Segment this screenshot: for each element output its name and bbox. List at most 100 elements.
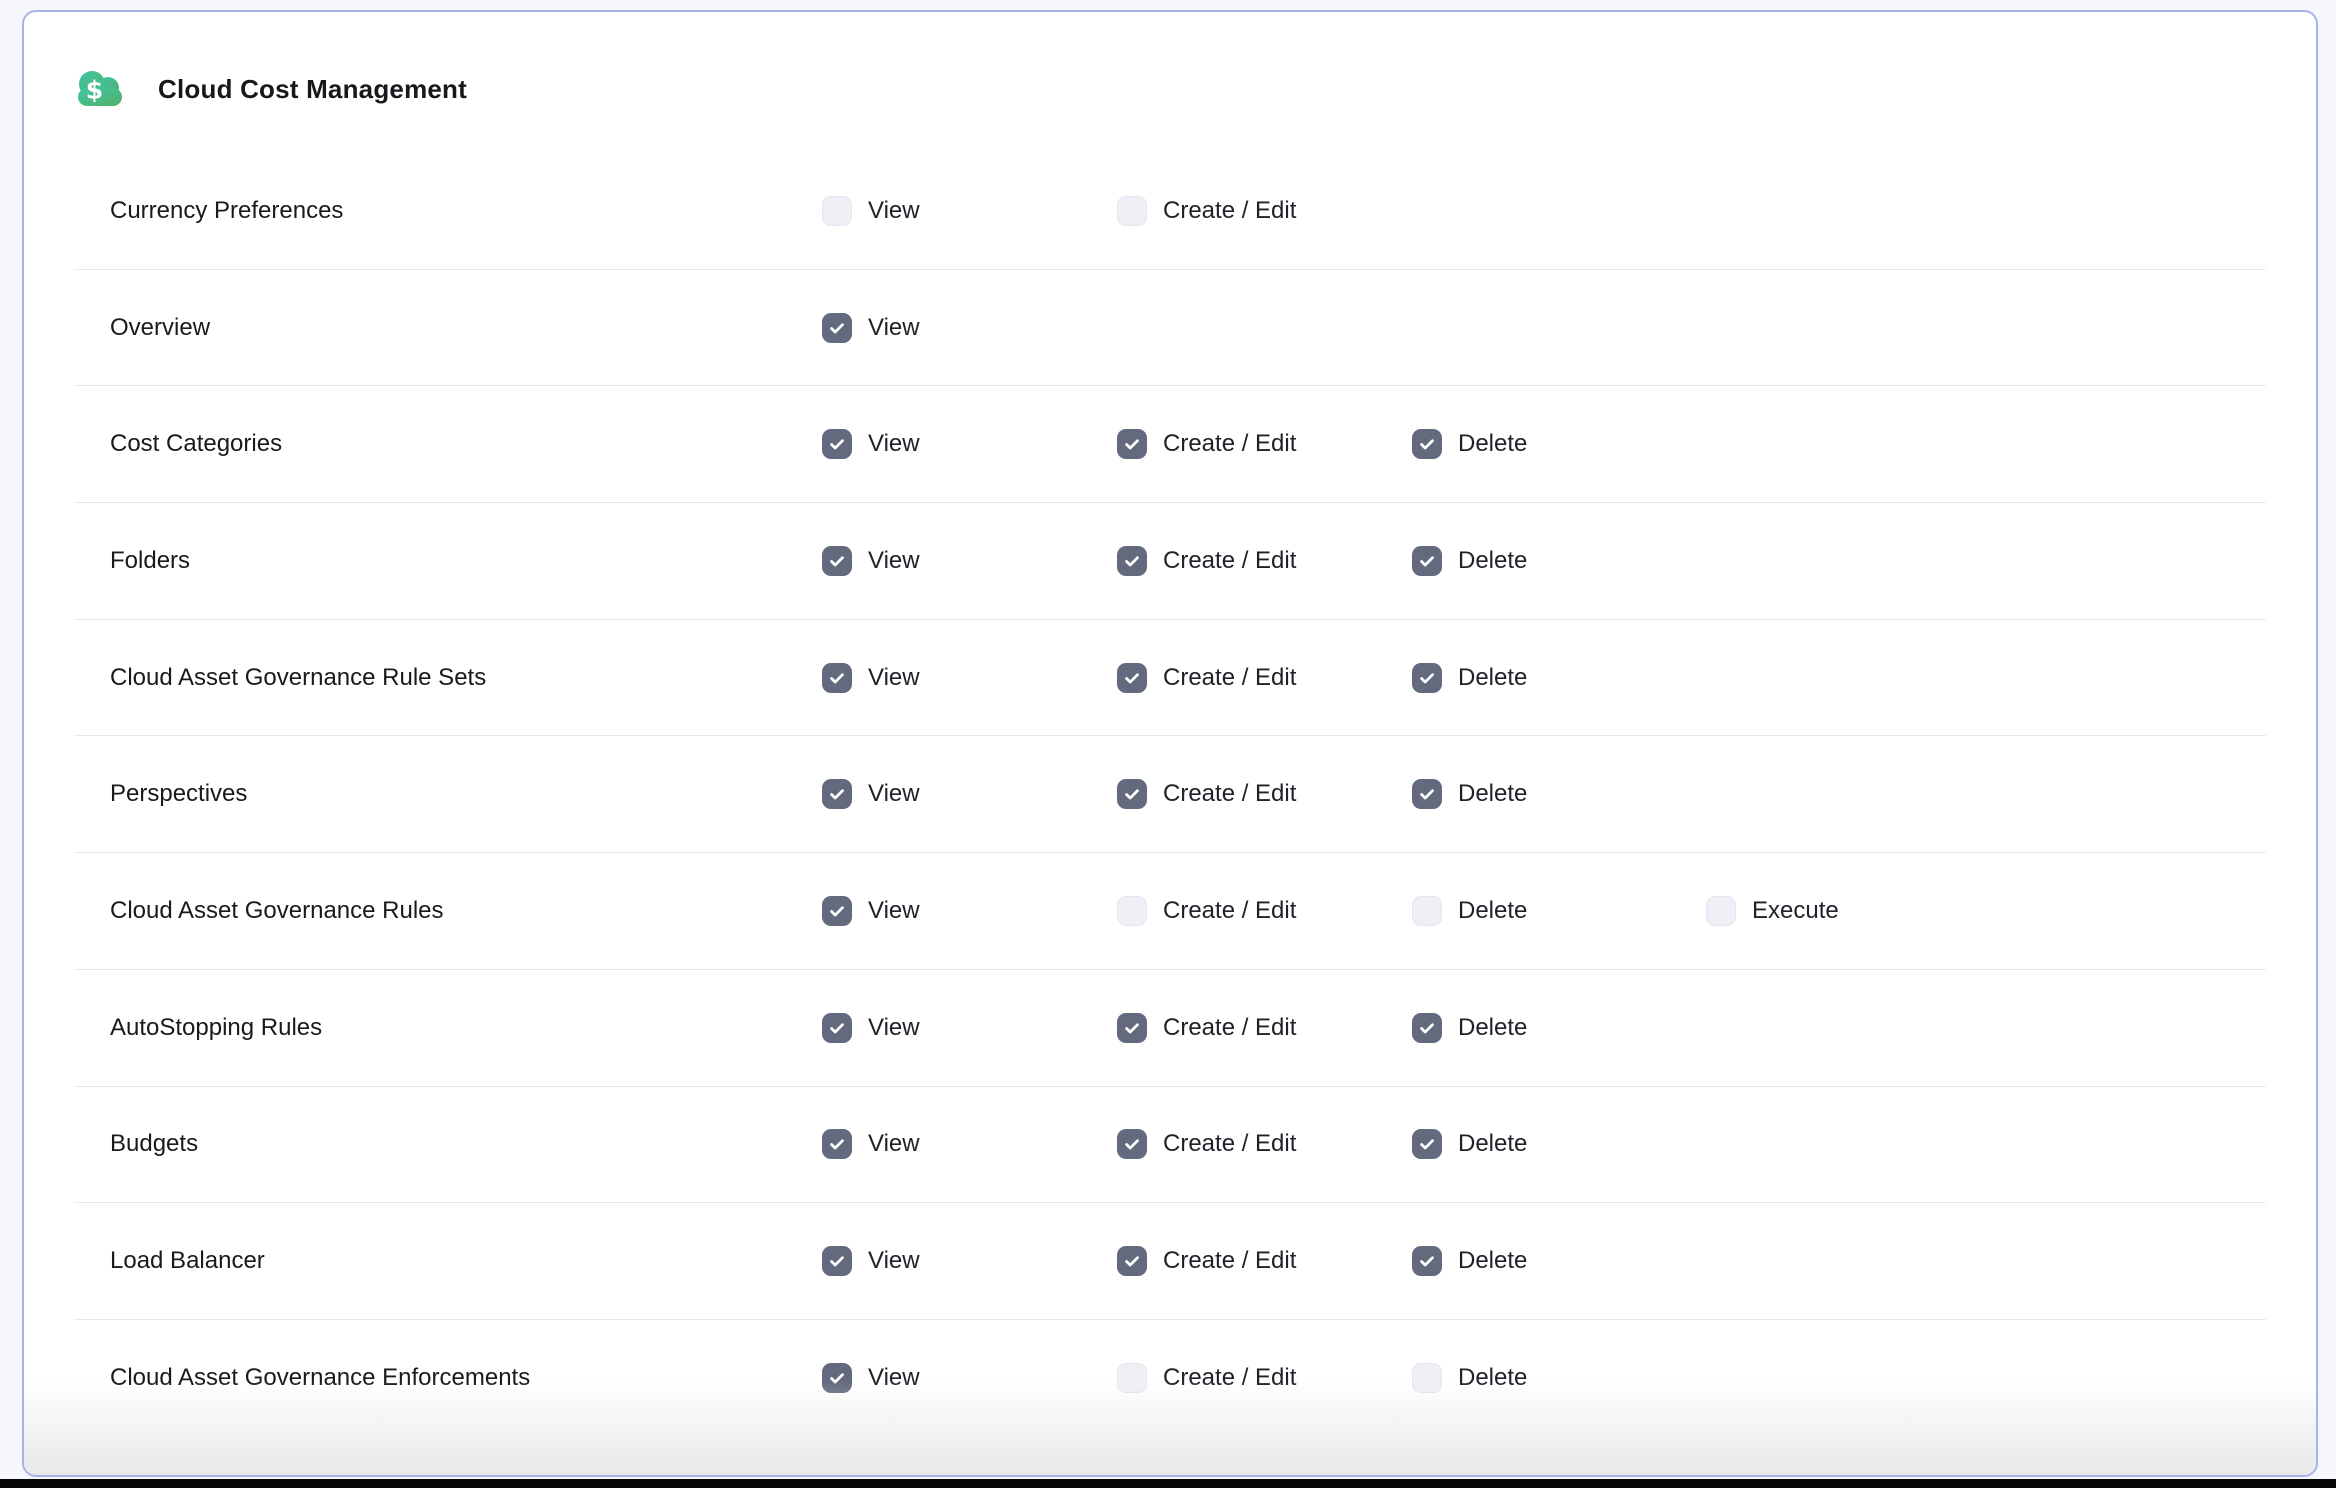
check-icon [1417,434,1437,454]
view-checkbox[interactable] [822,1246,852,1276]
delete-checkbox[interactable] [1412,1246,1442,1276]
view-checkbox[interactable] [822,1363,852,1393]
permission-row: OverviewView [74,270,2266,387]
delete-checkbox[interactable] [1412,546,1442,576]
create-edit-checkbox[interactable] [1117,1246,1147,1276]
permission-label: Delete [1458,1014,1527,1042]
check-icon [1417,784,1437,804]
resource-label: Currency Preferences [110,197,343,225]
check-icon [827,1251,847,1271]
permission-cell: Delete [1412,546,1527,576]
permission-label: View [868,897,920,925]
permission-label: Delete [1458,1364,1527,1392]
permission-cell: Delete [1412,1246,1527,1276]
check-icon [827,901,847,921]
resource-label: Folders [110,547,190,575]
create-edit-checkbox[interactable] [1117,663,1147,693]
view-checkbox[interactable] [822,779,852,809]
permission-label: Delete [1458,430,1527,458]
view-checkbox[interactable] [822,429,852,459]
create-edit-checkbox[interactable] [1117,546,1147,576]
permission-label: View [868,197,920,225]
permission-cell: View [822,313,920,343]
permission-label: Execute [1752,897,1839,925]
permission-cell: Create / Edit [1117,1363,1296,1393]
delete-checkbox[interactable] [1412,896,1442,926]
create-edit-checkbox[interactable] [1117,196,1147,226]
permission-label: View [868,1364,920,1392]
permission-label: Create / Edit [1163,430,1296,458]
delete-checkbox[interactable] [1412,663,1442,693]
check-icon [827,1018,847,1038]
create-edit-checkbox[interactable] [1117,896,1147,926]
execute-checkbox[interactable] [1706,896,1736,926]
permission-cell: View [822,1246,920,1276]
check-icon [1417,668,1437,688]
permission-label: View [868,1247,920,1275]
permission-row: Load Balancer View Create / Edit Delete [74,1203,2266,1320]
permission-label: Delete [1458,664,1527,692]
view-checkbox[interactable] [822,663,852,693]
permission-label: Delete [1458,897,1527,925]
create-edit-checkbox[interactable] [1117,1129,1147,1159]
permission-row: Cloud Asset Governance Rule Sets View Crea… [74,620,2266,737]
view-checkbox[interactable] [822,896,852,926]
permission-label: View [868,1130,920,1158]
permission-label: Create / Edit [1163,1130,1296,1158]
permission-cell: View [822,546,920,576]
permission-label: View [868,1014,920,1042]
permission-cell: Create / Edit [1117,779,1296,809]
check-icon [1122,434,1142,454]
permission-cell: Create / Edit [1117,429,1296,459]
delete-checkbox[interactable] [1412,779,1442,809]
delete-checkbox[interactable] [1412,1129,1442,1159]
permission-cell: Delete [1412,1363,1527,1393]
bottom-screen-edge [0,1479,2336,1488]
view-checkbox[interactable] [822,1013,852,1043]
delete-checkbox[interactable] [1412,1363,1442,1393]
permission-label: View [868,547,920,575]
permission-cell: View [822,196,920,226]
permission-cell: Delete [1412,663,1527,693]
permission-label: View [868,430,920,458]
delete-checkbox[interactable] [1412,429,1442,459]
permission-label: Create / Edit [1163,1247,1296,1275]
permission-cell: View [822,779,920,809]
permission-row: BudgetsViewCreate / EditDelete [74,1087,2266,1204]
delete-checkbox[interactable] [1412,1013,1442,1043]
permission-cell: View [822,429,920,459]
permission-cell: View [822,896,920,926]
resource-label: Cloud Asset Governance Rule Sets [110,664,486,692]
check-icon [1122,1134,1142,1154]
create-edit-checkbox[interactable] [1117,429,1147,459]
permission-label: Create / Edit [1163,897,1296,925]
view-checkbox[interactable] [822,313,852,343]
permissions-list: Currency Preferences View Create / Edit Ove… [74,153,2266,1437]
check-icon [827,668,847,688]
check-icon [1417,1018,1437,1038]
view-checkbox[interactable] [822,1129,852,1159]
resource-label: Perspectives [110,780,247,808]
create-edit-checkbox[interactable] [1117,1013,1147,1043]
permission-cell: Delete [1412,896,1527,926]
permission-label: Delete [1458,780,1527,808]
create-edit-checkbox[interactable] [1117,1363,1147,1393]
permission-row: FoldersViewCreate / EditDelete [74,503,2266,620]
permission-cell: View [822,663,920,693]
view-checkbox[interactable] [822,196,852,226]
permission-cell: Delete [1412,1013,1527,1043]
check-icon [827,1134,847,1154]
permission-cell: Delete [1412,429,1527,459]
permission-label: Create / Edit [1163,1364,1296,1392]
check-icon [827,551,847,571]
permission-cell: Create / Edit [1117,1246,1296,1276]
permission-label: Create / Edit [1163,664,1296,692]
view-checkbox[interactable] [822,546,852,576]
resource-label: Budgets [110,1130,198,1158]
svg-text:$: $ [86,76,103,105]
resource-label: Cost Categories [110,430,282,458]
check-icon [1122,784,1142,804]
resource-label: Load Balancer [110,1247,265,1275]
create-edit-checkbox[interactable] [1117,779,1147,809]
check-icon [1417,1134,1437,1154]
